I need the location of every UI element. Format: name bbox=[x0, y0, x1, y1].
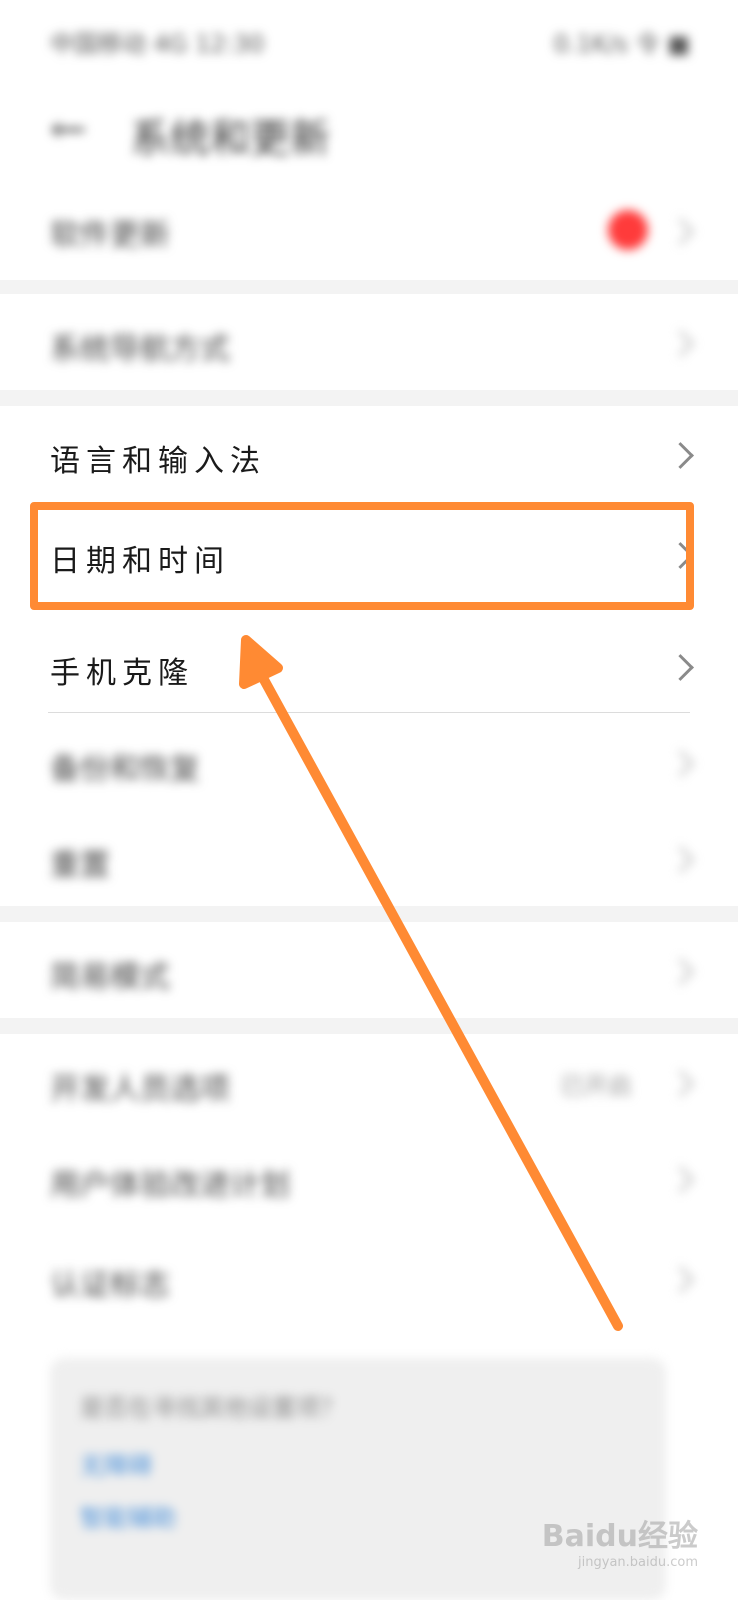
row-label: 重置 bbox=[50, 848, 110, 883]
row-label: 用户体验改进计划 bbox=[50, 1168, 290, 1203]
chevron-right-icon bbox=[667, 654, 694, 681]
section-gap bbox=[0, 906, 738, 922]
row-phone-clone[interactable]: 手机克隆 bbox=[0, 614, 738, 710]
row-navigation[interactable]: 系统导航方式 bbox=[0, 294, 738, 390]
row-language-input[interactable]: 语言和输入法 bbox=[0, 406, 738, 502]
row-label: 语言和输入法 bbox=[50, 444, 266, 479]
status-bar: 中国移动 4G 12:30 0.1K/s 令 ■ bbox=[0, 0, 738, 80]
section-gap bbox=[0, 280, 738, 294]
status-right: 0.1K/s 令 ■ bbox=[553, 30, 690, 58]
row-developer-options[interactable]: 开发人员选项 已开启 bbox=[0, 1034, 738, 1130]
section-gap bbox=[0, 390, 738, 406]
divider bbox=[48, 712, 690, 713]
page-title: 系统和更新 bbox=[130, 116, 330, 162]
chevron-right-icon bbox=[667, 330, 694, 357]
chevron-right-icon bbox=[667, 1166, 694, 1193]
page-header: ← 系统和更新 bbox=[0, 80, 738, 180]
smart-assist-link[interactable]: 智能辅助 bbox=[80, 1498, 176, 1533]
row-reset[interactable]: 重置 bbox=[0, 810, 738, 906]
row-value: 已开启 bbox=[560, 1072, 632, 1100]
highlight-box bbox=[30, 502, 694, 610]
chevron-right-icon bbox=[667, 442, 694, 469]
back-arrow-icon[interactable]: ← bbox=[50, 104, 87, 155]
row-label: 系统导航方式 bbox=[50, 332, 230, 367]
watermark-brand: Baidu经验 bbox=[541, 1519, 698, 1554]
row-label: 简易模式 bbox=[50, 960, 170, 995]
chevron-right-icon bbox=[667, 846, 694, 873]
accessibility-link[interactable]: 无障碍 bbox=[80, 1446, 152, 1481]
row-label: 手机克隆 bbox=[50, 656, 194, 691]
status-left: 中国移动 4G 12:30 bbox=[50, 30, 265, 58]
row-software-update[interactable]: 软件更新 bbox=[0, 180, 738, 280]
row-certification[interactable]: 认证标志 bbox=[0, 1230, 738, 1326]
baidu-watermark: Baidu经验 jingyan.baidu.com bbox=[542, 1511, 698, 1570]
row-label: 认证标志 bbox=[50, 1268, 170, 1303]
row-label: 开发人员选项 bbox=[50, 1072, 230, 1107]
chevron-right-icon bbox=[667, 958, 694, 985]
chevron-right-icon bbox=[667, 1266, 694, 1293]
row-label: 软件更新 bbox=[50, 218, 170, 253]
row-user-experience[interactable]: 用户体验改进计划 bbox=[0, 1130, 738, 1226]
watermark-url: jingyan.baidu.com bbox=[578, 1555, 698, 1570]
update-badge bbox=[608, 210, 648, 250]
chevron-right-icon bbox=[667, 1070, 694, 1097]
tip-text: 是否在寻找其他设置项？ bbox=[80, 1394, 344, 1422]
row-simple-mode[interactable]: 简易模式 bbox=[0, 922, 738, 1018]
section-gap bbox=[0, 1018, 738, 1034]
chevron-right-icon bbox=[667, 750, 694, 777]
row-backup[interactable]: 备份和恢复 bbox=[0, 714, 738, 810]
chevron-right-icon bbox=[667, 218, 694, 245]
row-label: 备份和恢复 bbox=[50, 752, 200, 787]
